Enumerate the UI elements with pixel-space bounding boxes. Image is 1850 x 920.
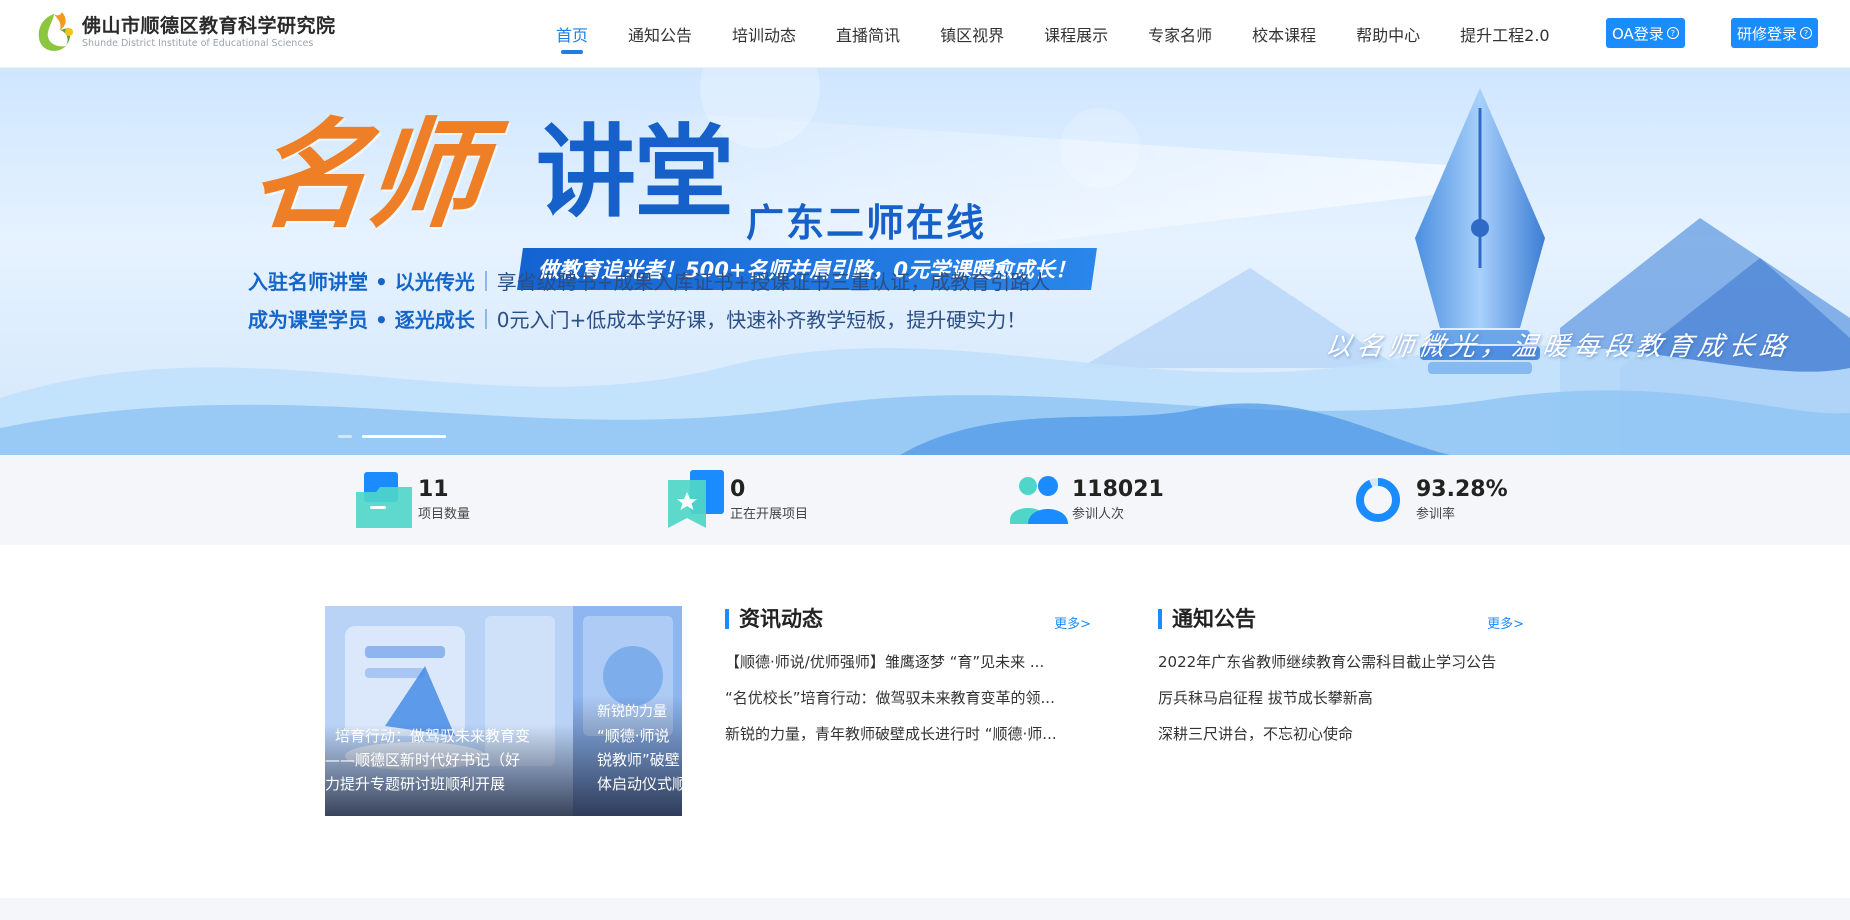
notice-section: 通知公告 更多> 2022年广东省教师继续教育公需科目截止学习公告 厉兵秣马启征…: [1158, 604, 1524, 760]
stat-active-projects: 0 正在开展项目: [668, 469, 808, 531]
star-badge-icon: [668, 470, 724, 528]
stat-value: 0: [730, 477, 746, 502]
slide-caption-line: 培育行动：做驾驭未来教育变: [335, 727, 531, 745]
help-circle-icon: ?: [1800, 27, 1813, 39]
news-section-title: 资讯动态: [739, 607, 823, 631]
news-item[interactable]: 新锐的力量，青年教师破壁成长进行时 “顺德·师...: [725, 724, 1091, 760]
help-circle-icon: ?: [1666, 27, 1679, 39]
slide-caption-line: 新锐的力量: [597, 704, 667, 720]
nav-course-showcase[interactable]: 课程展示: [1044, 0, 1108, 68]
stat-label: 正在开展项目: [730, 507, 809, 522]
stat-label: 参训人次: [1072, 507, 1125, 522]
users-icon: [1010, 476, 1068, 524]
hero-banner[interactable]: 名师 讲堂 广东二师在线 做教育追光者！500+名师并肩引路，0元学课暖愈成长！…: [0, 68, 1850, 455]
logo-subtitle: Shunde District Institute of Educational…: [82, 38, 314, 49]
news-more-link[interactable]: 更多>: [1054, 613, 1091, 632]
nav-training-news[interactable]: 培训动态: [732, 0, 796, 68]
news-list: 【顺德·师说/优师强师】雏鹰逐梦 “育”见未来 ... “名优校长”培育行动：做…: [725, 652, 1091, 760]
banner-line2-key: 成为课堂学员 • 逐光成长: [248, 308, 475, 332]
banner-line1-value: 享省级聘书+成果入库证书+授课证书三重认证，成教育引路人: [496, 270, 1051, 294]
carousel-slide[interactable]: 新锐的力量 “顺德·师说 锐教师”破壁 体启动仪式顺: [573, 606, 682, 816]
nav-notices[interactable]: 通知公告: [628, 0, 692, 68]
news-section: 资讯动态 更多> 【顺德·师说/优师强师】雏鹰逐梦 “育”见未来 ... “名优…: [725, 604, 1091, 760]
ring-chart-arc: [1356, 478, 1400, 522]
nav-town-view[interactable]: 镇区视界: [940, 0, 1004, 68]
banner-line-student: 成为课堂学员 • 逐光成长 0元入门+低成本学好课，快速补齐教学短板，提升硬实力…: [248, 304, 1026, 333]
footer-band: [0, 898, 1850, 920]
oa-login-label: OA登录: [1612, 24, 1664, 43]
stat-participants: 118021 参训人次: [1010, 469, 1164, 531]
nav-home[interactable]: 首页: [556, 0, 588, 68]
banner-line-teacher: 入驻名师讲堂 • 以光传光 享省级聘书+成果入库证书+授课证书三重认证，成教育引…: [248, 266, 1050, 295]
slide-caption-line: 力提升专题研讨班顺利开展: [325, 775, 506, 793]
main-nav: 首页 通知公告 培训动态 直播简讯 镇区视界 课程展示 专家名师 校本课程 帮助…: [556, 0, 1590, 68]
logo-leaf-icon: [38, 12, 73, 51]
notice-section-title: 通知公告: [1172, 607, 1256, 631]
study-login-button[interactable]: 研修登录 ?: [1731, 18, 1819, 48]
notice-list: 2022年广东省教师继续教育公需科目截止学习公告 厉兵秣马启征程 拔节成长攀新高…: [1158, 652, 1524, 760]
folder-icon: [356, 472, 412, 528]
banner-line2-value: 0元入门+低成本学好课，快速补齐教学短板，提升硬实力！: [496, 308, 1027, 332]
stat-project-count: 11 项目数量: [356, 469, 470, 531]
banner-dot-active[interactable]: [362, 435, 446, 438]
study-login-label: 研修登录: [1737, 24, 1798, 43]
logo-title: 佛山市顺德区教育科学研究院: [82, 15, 336, 37]
stat-label: 项目数量: [418, 507, 471, 522]
banner-line1-key: 入驻名师讲堂 • 以光传光: [248, 270, 475, 294]
stat-value: 93.28%: [1416, 477, 1508, 502]
notice-item[interactable]: 深耕三尺讲台，不忘初心使命: [1158, 724, 1524, 760]
nav-help-center[interactable]: 帮助中心: [1356, 0, 1420, 68]
banner-title-orange: 名师: [244, 105, 488, 244]
nav-experts[interactable]: 专家名师: [1148, 0, 1212, 68]
slide-caption-line: 锐教师”破壁: [597, 751, 680, 769]
site-header: 佛山市顺德区教育科学研究院 Shunde District Institute …: [0, 0, 1850, 68]
news-carousel[interactable]: 培育行动：做驾驭未来教育变 ——顺德区新时代好书记（好 力提升专题研讨班顺利开展…: [325, 606, 682, 816]
stat-value: 11: [418, 477, 449, 502]
notice-more-link[interactable]: 更多>: [1487, 613, 1524, 632]
banner-title-blue: 讲堂: [536, 113, 734, 231]
banner-subtitle: 广东二师在线: [746, 200, 987, 245]
news-item[interactable]: 【顺德·师说/优师强师】雏鹰逐梦 “育”见未来 ...: [725, 652, 1091, 688]
banner-dot[interactable]: [338, 435, 352, 438]
stat-participation-rate: 93.28% 参训率: [1354, 469, 1508, 531]
stat-label: 参训率: [1416, 507, 1456, 522]
stat-value: 118021: [1072, 477, 1164, 502]
notice-item[interactable]: 厉兵秣马启征程 拔节成长攀新高: [1158, 688, 1524, 724]
banner-slogan: 以名师微光，温暖每段教育成长路: [1323, 332, 1793, 362]
nav-upgrade-project[interactable]: 提升工程2.0: [1460, 0, 1549, 68]
news-item[interactable]: “名优校长”培育行动：做驾驭未来教育变革的领...: [725, 688, 1091, 724]
nav-live-briefs[interactable]: 直播简讯: [836, 0, 900, 68]
carousel-slide[interactable]: 培育行动：做驾驭未来教育变 ——顺德区新时代好书记（好 力提升专题研讨班顺利开展: [325, 606, 573, 816]
banner-pagination: [338, 435, 446, 438]
notice-item[interactable]: 2022年广东省教师继续教育公需科目截止学习公告: [1158, 652, 1524, 688]
oa-login-button[interactable]: OA登录 ?: [1606, 18, 1685, 48]
site-logo[interactable]: 佛山市顺德区教育科学研究院 Shunde District Institute …: [32, 8, 336, 56]
slide-caption-line: 体启动仪式顺: [597, 775, 682, 793]
ring-chart-icon: [1356, 478, 1400, 522]
slide-caption-line: “顺德·师说: [597, 727, 670, 745]
slide-caption-line: ——顺德区新时代好书记（好: [325, 751, 521, 769]
nav-school-courses[interactable]: 校本课程: [1252, 0, 1316, 68]
stats-bar: 11 项目数量 0 正在开展项目 118021 参训人次 93.28% 参训率: [0, 455, 1850, 545]
